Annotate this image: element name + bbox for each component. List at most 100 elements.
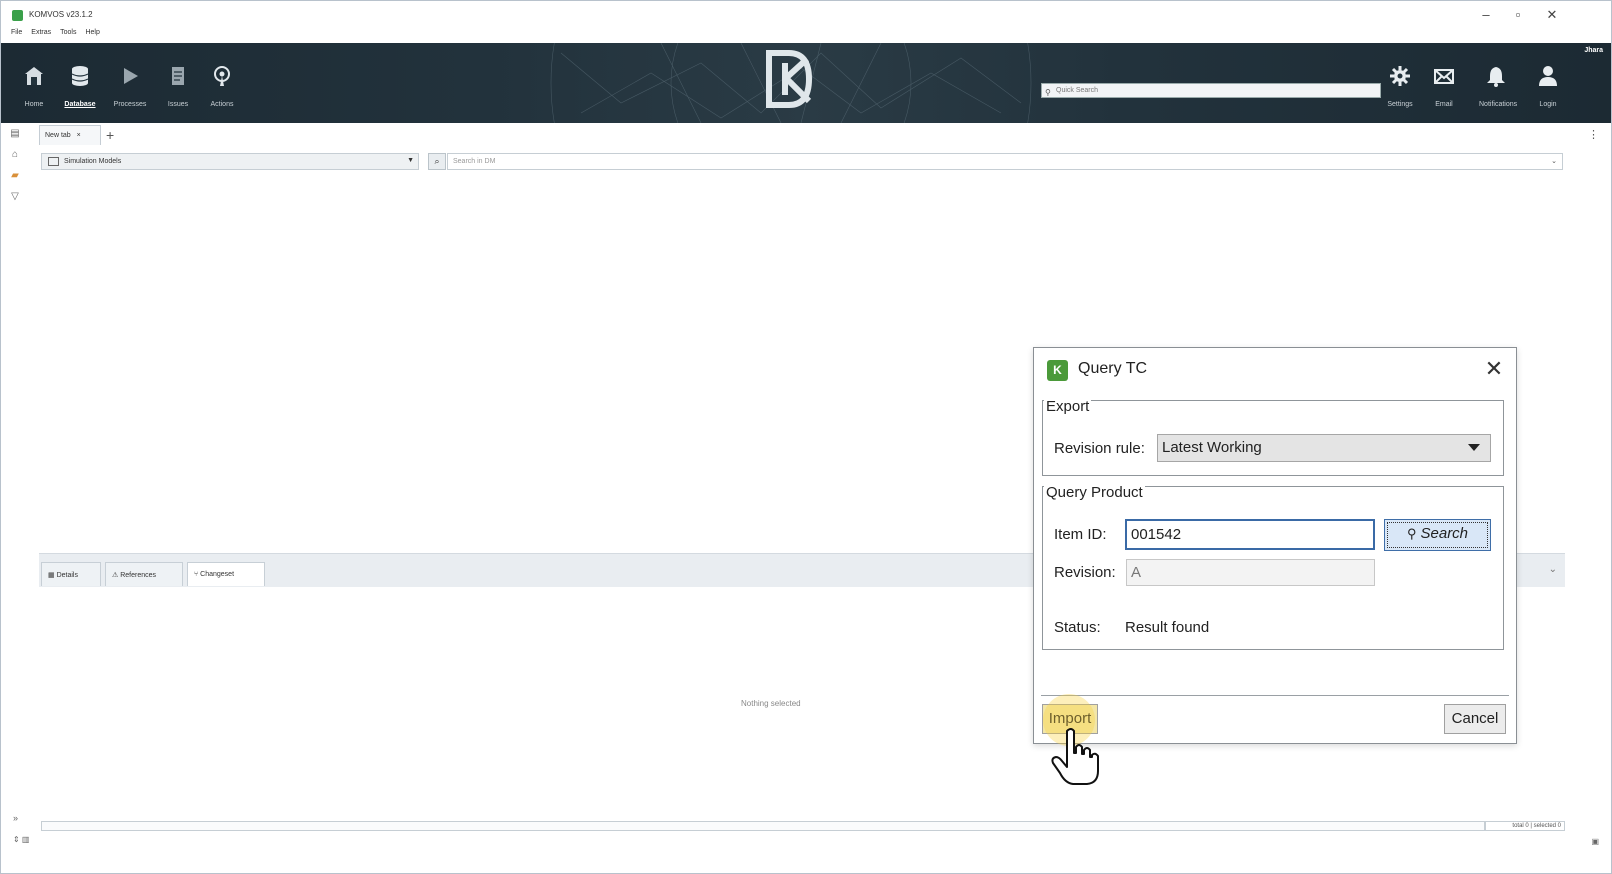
status-label: Status: <box>1054 619 1101 636</box>
left-icon-strip: ▤ ⌂ ▰ ▽ <box>9 128 29 212</box>
tab-details[interactable]: ▦ Details <box>41 562 101 586</box>
toolbar-settings-label: Settings <box>1387 101 1413 108</box>
hand-cursor-icon <box>1051 728 1099 785</box>
folder-icon[interactable]: ▰ <box>9 170 21 182</box>
toolbar-actions-label: Actions <box>210 101 234 108</box>
menu-bar: File Extras Tools Help <box>11 29 100 36</box>
collapse-chevron-icon[interactable]: ⌄ <box>1549 564 1557 575</box>
chevron-down-icon <box>1468 444 1480 451</box>
panel-icon[interactable]: ▤ <box>9 128 21 140</box>
expand-icon[interactable]: » <box>13 813 18 823</box>
tab-new-tab[interactable]: New tab × <box>39 125 101 145</box>
toolbar-notifications-button[interactable]: Notifications <box>1479 65 1518 121</box>
export-group-label: Export <box>1044 398 1092 415</box>
toolbar-home-label: Home <box>24 101 44 108</box>
query-product-group-label: Query Product <box>1044 484 1145 501</box>
home-icon <box>25 67 43 85</box>
quick-search-placeholder: Quick Search <box>1056 87 1099 94</box>
issues-icon <box>172 67 184 85</box>
toolbar-email-label: Email <box>1435 101 1453 108</box>
toolbar-email-button[interactable]: Email <box>1427 65 1461 121</box>
status-icons: ⇕ ▥ <box>13 835 30 844</box>
revision-rule-select[interactable]: Latest Working <box>1157 434 1491 462</box>
references-icon: ⚠ <box>112 572 121 579</box>
horizontal-scrollbar[interactable] <box>41 821 1485 831</box>
item-id-input[interactable]: 001542 <box>1125 519 1375 550</box>
app-window: KOMVOS v23.1.2 – ▫ ✕ File Extras Tools H… <box>0 0 1612 874</box>
quick-search-input[interactable]: ⚲ Quick Search <box>1041 83 1381 98</box>
toolbar-actions-button[interactable]: Actions <box>205 65 239 121</box>
model-icon <box>48 157 59 166</box>
chevron-down-icon: ▼ <box>407 157 414 164</box>
dialog-logo-icon: K <box>1047 360 1068 381</box>
toolbar-settings-button[interactable]: Settings <box>1383 65 1417 121</box>
tab-changeset[interactable]: ⑂ Changeset <box>187 562 265 586</box>
toolbar-login-button[interactable]: Login <box>1531 65 1565 121</box>
close-window-button[interactable]: ✕ <box>1541 7 1563 23</box>
play-icon <box>124 68 138 84</box>
toolbar-processes-label: Processes <box>113 101 147 108</box>
query-tc-dialog: K Query TC ✕ Export Revision rule: Lates… <box>1033 347 1517 744</box>
maximize-button[interactable]: ▫ <box>1507 7 1529 22</box>
toolbar-issues-button[interactable]: Issues <box>161 65 195 121</box>
search-dm-input[interactable]: Search in DM ⌄ <box>447 153 1563 170</box>
details-icon: ▦ <box>48 572 57 579</box>
search-dm-button[interactable]: ⌕ <box>428 153 446 170</box>
user-icon <box>1539 66 1557 86</box>
search-dm-placeholder: Search in DM <box>453 158 496 165</box>
chevron-down-icon: ⌄ <box>1551 158 1557 165</box>
title-bar: KOMVOS v23.1.2 – ▫ ✕ <box>1 1 1611 23</box>
broadcast-icon <box>214 66 230 86</box>
revision-rule-value: Latest Working <box>1162 439 1262 456</box>
add-tab-button[interactable]: + <box>106 127 114 143</box>
model-type-value: Simulation Models <box>64 158 122 165</box>
dialog-title: Query TC <box>1078 360 1148 377</box>
dialog-close-button[interactable]: ✕ <box>1482 356 1506 382</box>
menu-file[interactable]: File <box>11 29 22 36</box>
window-title: KOMVOS v23.1.2 <box>29 10 93 19</box>
main-toolbar: Home Database Processes Issues Actions ⚲… <box>1 43 1611 123</box>
user-name: Jhara <box>1584 47 1603 54</box>
toolbar-notifications-label: Notifications <box>1479 101 1518 108</box>
corner-icon: ▣ <box>1591 837 1599 846</box>
item-id-label: Item ID: <box>1054 526 1107 543</box>
gear-icon <box>1390 66 1410 86</box>
app-logo-icon <box>12 10 23 21</box>
menu-extras[interactable]: Extras <box>31 29 51 36</box>
menu-help[interactable]: Help <box>85 29 99 36</box>
tab-label: New tab <box>45 132 71 139</box>
toolbar-login-label: Login <box>1539 101 1557 108</box>
toolbar-issues-label: Issues <box>167 101 189 108</box>
mail-icon <box>1434 69 1454 84</box>
bell-icon <box>1487 67 1505 87</box>
search-button[interactable]: ⚲ Search <box>1384 519 1491 551</box>
revision-label: Revision: <box>1054 564 1116 581</box>
cancel-button[interactable]: Cancel <box>1444 704 1506 734</box>
revision-input: A <box>1126 559 1375 586</box>
search-icon: ⚲ <box>1045 88 1051 97</box>
search-button-label: Search <box>1420 525 1469 542</box>
status-value: Result found <box>1125 619 1210 636</box>
tab-details-label: Details <box>56 572 78 579</box>
dialog-separator <box>1041 695 1509 696</box>
search-icon: ⚲ <box>1406 526 1417 541</box>
empty-message: Nothing selected <box>741 699 801 708</box>
revision-rule-label: Revision rule: <box>1054 440 1145 457</box>
tab-close-icon[interactable]: × <box>77 132 81 139</box>
more-options-icon[interactable]: ⋮ <box>1588 128 1599 141</box>
selection-count: total 0 | selected 0 <box>1485 821 1565 831</box>
minimize-button[interactable]: – <box>1475 7 1497 22</box>
toolbar-database-button[interactable]: Database <box>63 65 97 121</box>
model-type-select[interactable]: Simulation Models ▼ <box>41 153 419 170</box>
toolbar-database-label: Database <box>64 101 96 108</box>
tab-references[interactable]: ⚠ References <box>105 562 183 586</box>
home-small-icon[interactable]: ⌂ <box>9 149 21 161</box>
database-icon <box>71 66 89 86</box>
menu-tools[interactable]: Tools <box>60 29 76 36</box>
filter-icon[interactable]: ▽ <box>9 191 21 203</box>
tab-references-label: References <box>120 572 157 579</box>
dk-logo <box>766 50 813 108</box>
toolbar-home-button[interactable]: Home <box>17 65 51 121</box>
tab-changeset-label: Changeset <box>200 571 235 578</box>
toolbar-processes-button[interactable]: Processes <box>113 65 147 121</box>
